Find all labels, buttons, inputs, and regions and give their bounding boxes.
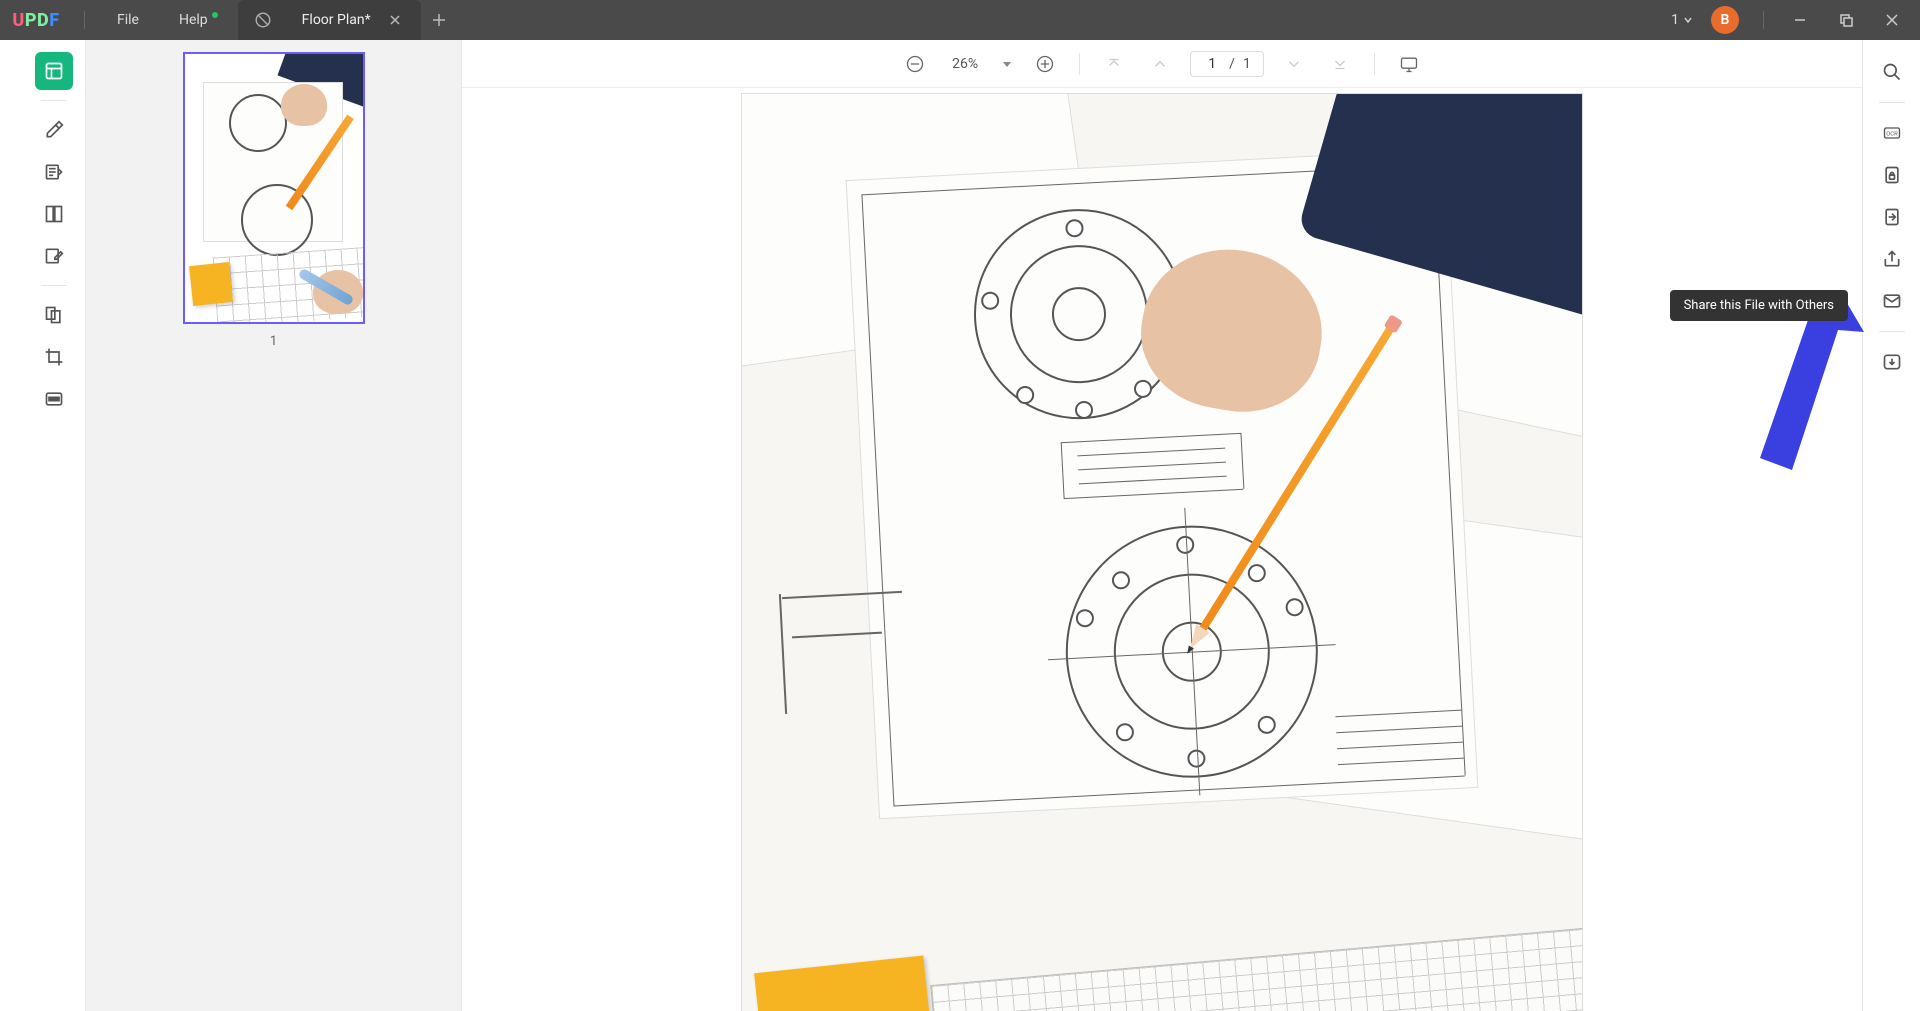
reader-mode-button[interactable] bbox=[35, 52, 73, 90]
menu-help[interactable]: Help bbox=[159, 12, 238, 28]
app-logo: UPDF bbox=[0, 0, 72, 40]
thumbnail-page-number: 1 bbox=[183, 334, 365, 349]
zoom-level: 26% bbox=[945, 56, 985, 72]
ocr-button[interactable]: OCR bbox=[1874, 115, 1910, 151]
edit-pdf-button[interactable] bbox=[35, 237, 73, 275]
tab-close-button[interactable] bbox=[387, 12, 403, 28]
left-toolbar bbox=[22, 40, 86, 1011]
left-gutter bbox=[0, 40, 22, 1011]
new-tab-button[interactable] bbox=[421, 0, 457, 40]
maximize-button[interactable] bbox=[1824, 0, 1868, 40]
separator bbox=[1763, 11, 1764, 29]
separator bbox=[84, 11, 85, 29]
zoom-in-button[interactable] bbox=[1029, 48, 1061, 80]
prev-page-button[interactable] bbox=[1144, 48, 1176, 80]
zoom-dropdown[interactable] bbox=[999, 56, 1015, 72]
page-total: 1 bbox=[1243, 56, 1251, 72]
view-toolbar: 26% / 1 bbox=[462, 40, 1862, 88]
document-page bbox=[742, 94, 1582, 1011]
redact-button[interactable] bbox=[35, 380, 73, 418]
page-indicator: / 1 bbox=[1190, 51, 1264, 77]
protect-button[interactable] bbox=[1874, 157, 1910, 193]
close-button[interactable] bbox=[1870, 0, 1914, 40]
right-toolbar: OCR bbox=[1862, 40, 1920, 1011]
document-canvas[interactable] bbox=[462, 88, 1862, 1011]
comment-tool-button[interactable] bbox=[35, 153, 73, 191]
menu-file[interactable]: File bbox=[97, 12, 159, 28]
save-button[interactable] bbox=[1874, 344, 1910, 380]
search-button[interactable] bbox=[1874, 54, 1910, 90]
minimize-button[interactable] bbox=[1778, 0, 1822, 40]
presentation-button[interactable] bbox=[1393, 48, 1425, 80]
share-tooltip: Share this File with Others bbox=[1670, 290, 1848, 321]
tab-title: Floor Plan* bbox=[302, 12, 371, 28]
tab-icon bbox=[238, 0, 288, 40]
last-page-button[interactable] bbox=[1324, 48, 1356, 80]
crop-pages-button[interactable] bbox=[35, 338, 73, 376]
main-area: 26% / 1 bbox=[462, 40, 1862, 1011]
highlighter-tool-button[interactable] bbox=[35, 111, 73, 149]
share-button[interactable] bbox=[1874, 241, 1910, 277]
page-separator: / bbox=[1229, 56, 1235, 72]
next-page-button[interactable] bbox=[1278, 48, 1310, 80]
page-display-button[interactable] bbox=[35, 195, 73, 233]
thumbnail-panel: 1 bbox=[86, 40, 462, 1011]
titlebar: UPDF File Help Floor Plan* 1 B bbox=[0, 0, 1920, 40]
thumbnail-item[interactable]: 1 bbox=[183, 52, 365, 349]
thumbnail-image bbox=[183, 52, 365, 324]
export-button[interactable] bbox=[1874, 199, 1910, 235]
open-docs-dropdown[interactable]: 1 bbox=[1665, 12, 1699, 28]
organize-pages-button[interactable] bbox=[35, 296, 73, 334]
zoom-out-button[interactable] bbox=[899, 48, 931, 80]
email-button[interactable] bbox=[1874, 283, 1910, 319]
first-page-button[interactable] bbox=[1098, 48, 1130, 80]
svg-text:OCR: OCR bbox=[1886, 132, 1898, 138]
page-input[interactable] bbox=[1203, 56, 1221, 72]
user-avatar[interactable]: B bbox=[1711, 6, 1739, 34]
document-tab[interactable]: Floor Plan* bbox=[288, 0, 421, 40]
